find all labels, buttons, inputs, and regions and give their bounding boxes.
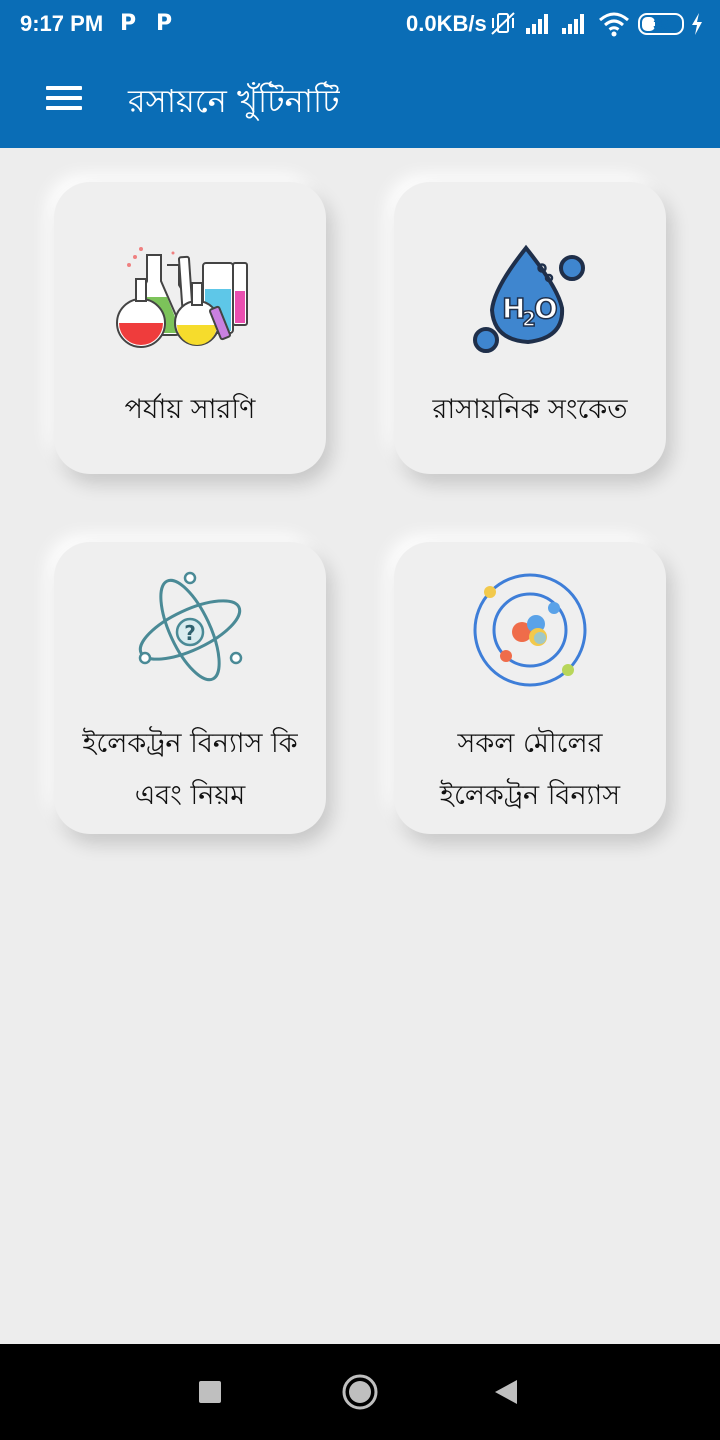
signal-icon	[526, 14, 548, 34]
menu-line	[46, 106, 82, 110]
card-label: ইলেকট্রন বিন্যাস কি	[82, 728, 298, 759]
menu-line	[46, 96, 82, 100]
charging-icon	[692, 13, 702, 35]
battery-level: 35	[653, 16, 669, 32]
status-bar: 9:17 PM P P 0.0KB/s 35	[0, 0, 720, 50]
hamburger-menu-icon[interactable]	[44, 84, 84, 112]
card-label: ইলেকট্রন বিন্যাস	[439, 780, 621, 811]
h2o-drop-icon: H 2 O	[394, 240, 666, 360]
svg-text:?: ?	[184, 621, 196, 645]
menu-line	[46, 86, 82, 90]
card-label: পর্যায় সারণি	[124, 394, 256, 425]
card-label: সকল মৌলের	[457, 728, 603, 759]
card-label: রাসায়নিক সংকেত	[432, 394, 628, 425]
svg-text:O: O	[534, 292, 558, 325]
recents-square-icon[interactable]	[186, 1368, 234, 1416]
signal-icon	[562, 14, 584, 34]
notification-p-icon: P	[120, 11, 137, 36]
atom-orbit-icon	[394, 570, 666, 690]
card-periodic-table[interactable]: পর্যায় সারণি	[54, 182, 326, 474]
back-triangle-icon[interactable]	[482, 1368, 530, 1416]
card-chemical-symbols[interactable]: H 2 O রাসায়নিক সংকেত	[394, 182, 666, 474]
home-circle-icon[interactable]	[336, 1368, 384, 1416]
app-bar: রসায়নে খুঁটিনাটি	[0, 50, 720, 148]
notification-p-icon: P	[156, 11, 173, 36]
card-all-elements-config[interactable]: সকল মৌলের ইলেকট্রন বিন্যাস	[394, 542, 666, 834]
atom-question-icon: ?	[54, 570, 326, 690]
vibrate-off-icon	[491, 12, 515, 35]
app-title: রসায়নে খুঁটিনাটি	[128, 82, 340, 120]
system-nav-bar	[0, 1344, 720, 1440]
lab-flasks-icon	[54, 240, 326, 360]
network-speed: 0.0KB/s	[406, 11, 487, 36]
card-electron-config-rules[interactable]: ? ইলেকট্রন বিন্যাস কি এবং নিয়ম	[54, 542, 326, 834]
battery-icon: 35	[638, 13, 684, 35]
wifi-icon	[599, 12, 629, 37]
status-time: 9:17 PM	[20, 11, 104, 36]
card-label: এবং নিয়ম	[134, 780, 246, 811]
